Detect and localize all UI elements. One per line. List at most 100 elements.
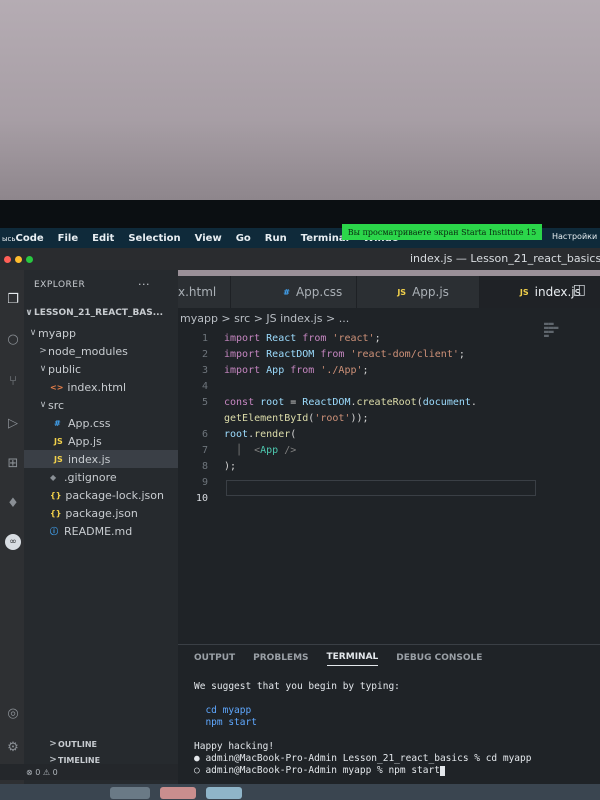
- problems-status[interactable]: ⊗ 0 ⚠ 0: [26, 768, 58, 777]
- tab-debug-console[interactable]: DEBUG CONSOLE: [396, 653, 482, 666]
- code-token: import: [224, 364, 261, 376]
- file-tree: ∨ myapp > node_modules ∨ public <> index.htm…: [24, 324, 178, 540]
- json-file-icon: {}: [50, 490, 62, 500]
- account-icon[interactable]: ◎: [5, 706, 21, 722]
- menu-file[interactable]: File: [51, 233, 85, 244]
- tree-item-src[interactable]: ∨ src: [24, 396, 178, 414]
- line-number: 1: [201, 332, 208, 344]
- menu-edit[interactable]: Edit: [85, 233, 121, 244]
- line-number: 8: [201, 460, 208, 472]
- tree-item-package-lock-json[interactable]: {} package-lock.json: [24, 486, 178, 504]
- tree-item-index-js[interactable]: JS index.js: [24, 450, 178, 468]
- zoom-window-button[interactable]: [26, 255, 33, 263]
- code-token: App: [260, 444, 279, 456]
- tab-index-html[interactable]: x.html: [178, 276, 232, 308]
- tree-item-gitignore[interactable]: ◆ .gitignore: [24, 468, 178, 486]
- chevron-right-icon: >: [49, 739, 57, 749]
- window-title: index.js — Lesson_21_react_basics: [410, 252, 600, 265]
- tree-item-label: README.md: [64, 524, 133, 538]
- tree-item-label: index.js: [68, 452, 111, 466]
- tab-output[interactable]: OUTPUT: [194, 653, 235, 666]
- code-token: ;: [458, 348, 465, 360]
- terminal-output[interactable]: We suggest that you begin by typing: cd …: [194, 681, 531, 777]
- code-line[interactable]: 2 import ReactDOM from 'react-dom/client'…: [178, 346, 600, 362]
- menu-go[interactable]: Go: [229, 233, 258, 244]
- tree-item-label: myapp: [38, 326, 76, 340]
- settings-gear-icon[interactable]: ⚙: [5, 740, 21, 756]
- tab-terminal[interactable]: TERMINAL: [326, 652, 379, 666]
- files-icon[interactable]: ❐: [5, 292, 21, 308]
- code-token: root: [260, 396, 285, 408]
- code-line[interactable]: 9: [178, 474, 600, 490]
- tree-item-index-html[interactable]: <> index.html: [24, 378, 178, 396]
- line-number: 10: [195, 492, 208, 504]
- run-debug-icon[interactable]: ▷: [5, 416, 21, 432]
- git-file-icon: ◆: [50, 472, 57, 482]
- close-window-button[interactable]: [4, 255, 11, 263]
- split-editor-icon[interactable]: ◫: [573, 282, 586, 298]
- code-line[interactable]: 5 const root = ReactDOM. createRoot(docume…: [178, 394, 600, 410]
- tree-item-app-js[interactable]: JS App.js: [24, 432, 178, 450]
- code-token: ReactDOM: [302, 396, 351, 408]
- tree-item-package-json[interactable]: {} package.json: [24, 504, 178, 522]
- line-number: 2: [201, 348, 208, 360]
- code-line[interactable]: 8);: [178, 458, 600, 474]
- code-token: root: [224, 428, 249, 440]
- tree-item-node-modules[interactable]: > node_modules: [24, 342, 178, 360]
- dock-app-icon[interactable]: [110, 787, 150, 799]
- status-bar: ⊗ 0 ⚠ 0: [0, 764, 178, 780]
- code-token: .: [470, 396, 477, 408]
- more-actions-icon[interactable]: ···: [138, 278, 150, 291]
- breadcrumb[interactable]: myapp > src > JS index.js > ...: [180, 312, 349, 325]
- tab-app-js[interactable]: JS App.js: [357, 276, 480, 308]
- workspace-root-label: LESSON_21_REACT_BAS...: [34, 308, 164, 318]
- terminal-cursor: [439, 765, 445, 776]
- code-line[interactable]: 1 import React from 'react';: [178, 330, 600, 346]
- dock-app-icon[interactable]: [160, 787, 196, 799]
- code-token: './App': [320, 364, 363, 376]
- code-token: ;: [374, 332, 381, 344]
- code-line[interactable]: getElementById('root'));: [178, 410, 600, 426]
- panel-tabs: OUTPUT PROBLEMS TERMINAL DEBUG CONSOLE: [178, 645, 600, 673]
- outline-section[interactable]: > OUTLINE: [24, 736, 178, 752]
- code-line[interactable]: 4: [178, 378, 600, 394]
- code-line[interactable]: 6 root. render(: [178, 426, 600, 442]
- code-line[interactable]: 3 import App from './App';: [178, 362, 600, 378]
- tab-problems[interactable]: PROBLEMS: [253, 653, 308, 666]
- explorer-sidebar: EXPLORER ··· ∨ LESSON_21_REACT_BAS... ∨ m…: [24, 270, 178, 800]
- screen-share-banner: Вы просматриваете экран Starta Institute…: [342, 224, 542, 240]
- workspace-root[interactable]: ∨ LESSON_21_REACT_BAS...: [24, 304, 178, 322]
- code-token: =: [284, 396, 303, 408]
- code-line[interactable]: 7 │ < App />: [178, 442, 600, 458]
- dock-app-icon[interactable]: [206, 787, 242, 799]
- tree-item-label: src: [48, 398, 65, 412]
- tree-item-public[interactable]: ∨ public: [24, 360, 178, 378]
- code-editor[interactable]: myapp > src > JS index.js > ... ▬▬ ▬▬▬ ▬▬ ▬…: [178, 308, 600, 644]
- code-token: from: [302, 332, 327, 344]
- menu-selection[interactable]: Selection: [121, 233, 187, 244]
- menu-app[interactable]: ысьCode: [0, 233, 51, 244]
- code-line[interactable]: 10: [178, 490, 600, 506]
- search-icon[interactable]: ○: [5, 332, 21, 348]
- menu-view[interactable]: View: [188, 233, 229, 244]
- menu-settings-right[interactable]: Настройки н: [552, 232, 600, 241]
- terminal-line: ● admin@MacBook-Pro-Admin Lesson_21_reac…: [194, 753, 532, 764]
- line-number: 6: [201, 428, 208, 440]
- code-token: />: [284, 444, 297, 456]
- code-token: getElementById: [224, 412, 309, 424]
- minimize-window-button[interactable]: [15, 255, 22, 263]
- tree-item-readme-md[interactable]: ⓘ README.md: [24, 522, 178, 540]
- mongodb-icon[interactable]: ♦: [5, 496, 21, 512]
- chat-icon[interactable]: ∞: [5, 534, 21, 550]
- tree-item-myapp[interactable]: ∨ myapp: [24, 324, 178, 342]
- extensions-icon[interactable]: ⊞: [5, 456, 21, 472]
- tab-app-css[interactable]: # App.css: [231, 276, 358, 308]
- chevron-down-icon: ∨: [39, 364, 47, 374]
- source-control-icon[interactable]: ⑂: [5, 374, 21, 390]
- tree-item-app-css[interactable]: # App.css: [24, 414, 178, 432]
- menu-run[interactable]: Run: [258, 233, 294, 244]
- line-number: 7: [201, 444, 208, 456]
- terminal-line: cd myapp: [194, 705, 252, 716]
- code-token: import: [224, 348, 261, 360]
